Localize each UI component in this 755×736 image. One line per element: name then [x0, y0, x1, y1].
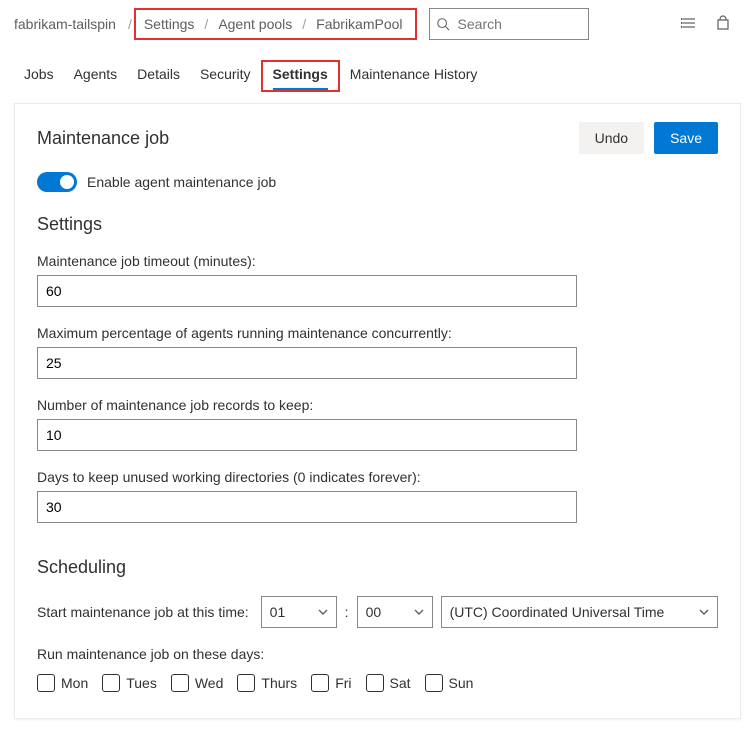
breadcrumb-separator: / [202, 16, 210, 32]
input-records[interactable] [37, 419, 577, 451]
breadcrumb-agent-pools[interactable]: Agent pools [210, 12, 300, 36]
scheduling-heading: Scheduling [37, 557, 718, 578]
tab-bar: Jobs Agents Details Security Settings Ma… [0, 44, 755, 93]
tab-agents[interactable]: Agents [64, 60, 128, 92]
tab-maintenance-history[interactable]: Maintenance History [340, 60, 488, 92]
day-mon[interactable]: Mon [37, 674, 88, 692]
day-label: Thurs [261, 675, 297, 691]
day-label: Sun [449, 675, 474, 691]
minute-select[interactable]: 00 [357, 596, 433, 628]
search-input[interactable] [456, 15, 582, 33]
enable-maintenance-toggle[interactable] [37, 172, 77, 192]
hour-value: 01 [270, 604, 286, 620]
day-label: Fri [335, 675, 351, 691]
start-time-label: Start maintenance job at this time: [37, 604, 249, 620]
day-tues[interactable]: Tues [102, 674, 157, 692]
tab-security[interactable]: Security [190, 60, 261, 92]
label-days: Days to keep unused working directories … [37, 469, 718, 485]
field-records: Number of maintenance job records to kee… [37, 397, 718, 451]
checkbox-icon [37, 674, 55, 692]
shopping-bag-icon[interactable] [715, 15, 731, 34]
checkbox-icon [366, 674, 384, 692]
breadcrumb-separator: / [126, 16, 134, 32]
day-label: Wed [195, 675, 224, 691]
day-label: Tues [126, 675, 157, 691]
breadcrumb-org[interactable]: fabrikam-tailspin [14, 12, 124, 36]
field-days: Days to keep unused working directories … [37, 469, 718, 523]
day-sun[interactable]: Sun [425, 674, 474, 692]
checkbox-icon [425, 674, 443, 692]
search-box[interactable] [429, 8, 589, 40]
search-icon [436, 17, 450, 31]
card-header: Maintenance job Undo Save [37, 122, 718, 154]
input-days[interactable] [37, 491, 577, 523]
checkbox-icon [171, 674, 189, 692]
page-title: Maintenance job [37, 128, 579, 149]
hour-select[interactable]: 01 [261, 596, 337, 628]
field-timeout: Maintenance job timeout (minutes): [37, 253, 718, 307]
checkbox-icon [237, 674, 255, 692]
top-bar: fabrikam-tailspin / Settings / Agent poo… [0, 0, 755, 44]
tab-jobs[interactable]: Jobs [14, 60, 64, 92]
day-thurs[interactable]: Thurs [237, 674, 297, 692]
label-maxpct: Maximum percentage of agents running mai… [37, 325, 718, 341]
run-days-label: Run maintenance job on these days: [37, 646, 718, 662]
day-fri[interactable]: Fri [311, 674, 351, 692]
day-label: Mon [61, 675, 88, 691]
list-view-icon[interactable] [681, 15, 697, 34]
field-maxpct: Maximum percentage of agents running mai… [37, 325, 718, 379]
day-sat[interactable]: Sat [366, 674, 411, 692]
label-records: Number of maintenance job records to kee… [37, 397, 718, 413]
undo-button[interactable]: Undo [579, 122, 644, 154]
timezone-select[interactable]: (UTC) Coordinated Universal Time [441, 596, 718, 628]
input-maxpct[interactable] [37, 347, 577, 379]
chevron-down-icon [414, 604, 424, 620]
toggle-knob [60, 175, 74, 189]
top-actions [681, 15, 741, 34]
time-colon: : [345, 604, 349, 620]
enable-maintenance-row: Enable agent maintenance job [37, 172, 718, 192]
breadcrumb-separator: / [300, 16, 308, 32]
tab-settings[interactable]: Settings [261, 60, 340, 92]
breadcrumb-settings[interactable]: Settings [136, 12, 203, 36]
breadcrumb-highlight: Settings / Agent pools / FabrikamPool [134, 8, 417, 40]
enable-maintenance-label: Enable agent maintenance job [87, 174, 276, 190]
checkbox-icon [102, 674, 120, 692]
breadcrumb: fabrikam-tailspin / Settings / Agent poo… [14, 8, 417, 40]
day-label: Sat [390, 675, 411, 691]
checkbox-icon [311, 674, 329, 692]
settings-card: Maintenance job Undo Save Enable agent m… [14, 103, 741, 719]
timezone-value: (UTC) Coordinated Universal Time [450, 604, 665, 620]
scheduling-time-row: Start maintenance job at this time: 01 :… [37, 596, 718, 628]
tab-details[interactable]: Details [127, 60, 190, 92]
breadcrumb-pool-name[interactable]: FabrikamPool [308, 12, 410, 36]
chevron-down-icon [699, 604, 709, 620]
input-timeout[interactable] [37, 275, 577, 307]
minute-value: 00 [366, 604, 382, 620]
chevron-down-icon [318, 604, 328, 620]
settings-heading: Settings [37, 214, 718, 235]
days-row: Mon Tues Wed Thurs Fri Sat Sun [37, 674, 718, 692]
day-wed[interactable]: Wed [171, 674, 224, 692]
save-button[interactable]: Save [654, 122, 718, 154]
label-timeout: Maintenance job timeout (minutes): [37, 253, 718, 269]
